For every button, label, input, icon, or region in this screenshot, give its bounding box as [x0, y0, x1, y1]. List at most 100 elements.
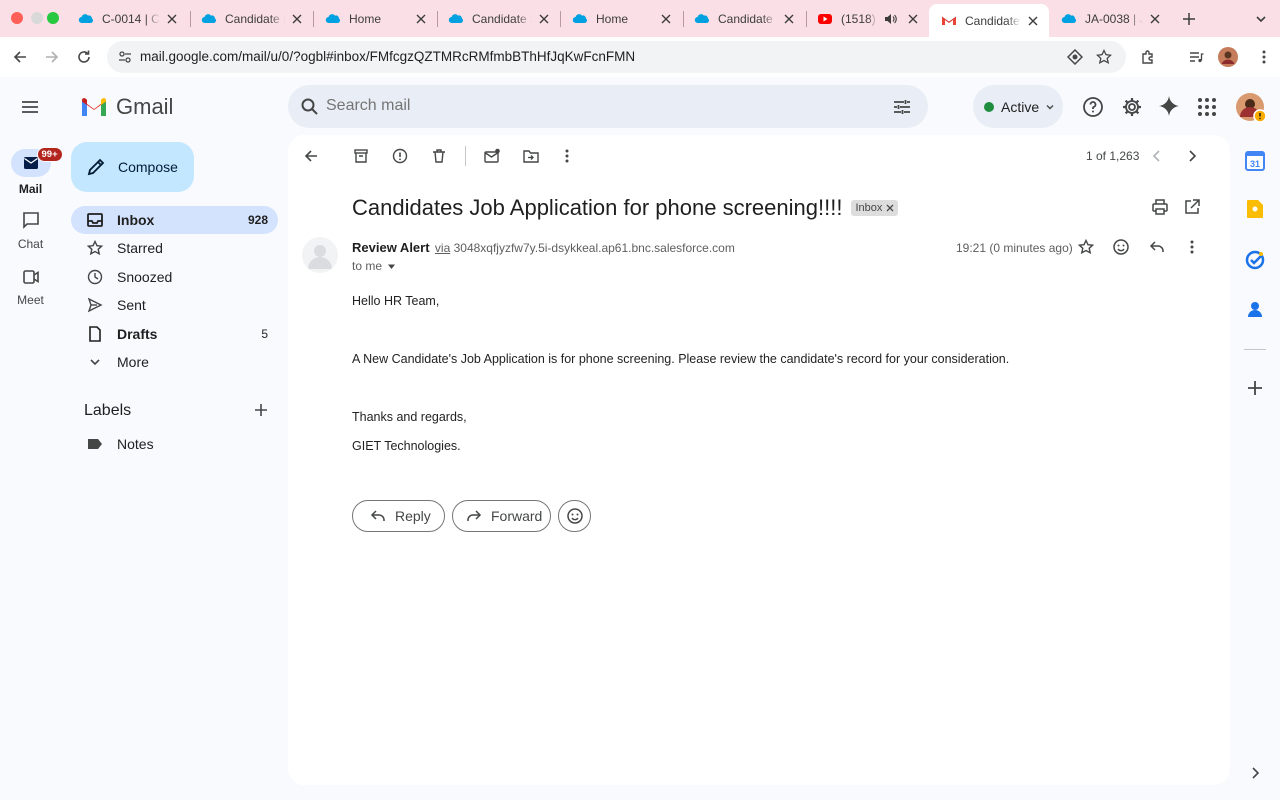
- keep-icon[interactable]: [1246, 199, 1264, 219]
- browser-tab[interactable]: JA-0038 | Job Application: [1049, 4, 1171, 34]
- pencil-icon: [87, 158, 105, 176]
- browser-tab[interactable]: Home: [313, 4, 437, 34]
- sidebar-item-drafts[interactable]: Drafts 5: [71, 320, 278, 348]
- sidebar-item-sent[interactable]: Sent: [71, 291, 278, 319]
- browser-tab[interactable]: C-0014 | Candidate: [66, 4, 188, 34]
- tab-search-icon[interactable]: [1253, 11, 1269, 27]
- help-icon[interactable]: [1082, 96, 1104, 118]
- back-arrow-icon[interactable]: [8, 45, 32, 69]
- open-new-window-icon[interactable]: [1182, 197, 1202, 217]
- archive-icon[interactable]: [351, 146, 371, 166]
- rail-meet[interactable]: Meet: [0, 269, 61, 307]
- rail-chat[interactable]: Chat: [0, 211, 61, 251]
- emoji-reaction-button[interactable]: [558, 500, 591, 532]
- reload-icon[interactable]: [72, 45, 96, 69]
- browser-menu-icon[interactable]: [1252, 45, 1276, 69]
- extensions-icon[interactable]: [1136, 45, 1160, 69]
- settings-gear-icon[interactable]: [1121, 96, 1143, 118]
- site-settings-icon[interactable]: [117, 49, 133, 65]
- browser-tab[interactable]: Candidate Job Application: [682, 4, 805, 34]
- address-bar[interactable]: mail.google.com/mail/u/0/?ogbl#inbox/FMf…: [107, 41, 1126, 73]
- close-window-button[interactable]: [11, 12, 23, 24]
- get-addons-icon[interactable]: [1246, 379, 1264, 397]
- search-options-icon[interactable]: [892, 97, 912, 117]
- side-panel-divider: [1244, 349, 1266, 350]
- sidebar-item-snoozed[interactable]: Snoozed: [71, 263, 278, 291]
- forward-button[interactable]: Forward: [452, 500, 551, 532]
- apps-grid-icon[interactable]: [1197, 97, 1217, 117]
- browser-tab-active[interactable]: Candidates Job Application: [929, 4, 1049, 37]
- message-more-icon[interactable]: [1182, 237, 1202, 257]
- browser-tab[interactable]: Candidate Job Application: [436, 4, 560, 34]
- add-label-icon[interactable]: [253, 402, 269, 418]
- youtube-icon: [818, 14, 832, 24]
- reply-button[interactable]: Reply: [352, 500, 445, 532]
- gemini-sparkle-icon[interactable]: [1158, 95, 1180, 117]
- star-toggle-icon[interactable]: [1076, 237, 1096, 257]
- sidebar-item-inbox[interactable]: Inbox 928: [71, 206, 278, 234]
- rail-mail[interactable]: 99+ Mail: [0, 147, 63, 196]
- close-tab-icon[interactable]: [536, 11, 552, 27]
- calendar-icon[interactable]: 31: [1245, 151, 1265, 171]
- back-to-inbox-icon[interactable]: [301, 146, 321, 166]
- print-icon[interactable]: [1150, 197, 1170, 217]
- reply-icon[interactable]: [1147, 237, 1167, 257]
- maximize-window-button[interactable]: [47, 12, 59, 24]
- recipient-dropdown[interactable]: to me: [352, 259, 396, 273]
- close-tab-icon[interactable]: [164, 11, 180, 27]
- sidebar-item-label: More: [117, 354, 149, 370]
- search-bar[interactable]: [288, 85, 928, 128]
- account-avatar[interactable]: [1235, 92, 1267, 124]
- remove-label-icon[interactable]: [886, 204, 894, 212]
- media-controls-icon[interactable]: [1184, 45, 1208, 69]
- close-tab-icon[interactable]: [413, 11, 429, 27]
- salesforce-cloud-icon: [448, 14, 463, 24]
- via-link[interactable]: via: [435, 241, 450, 255]
- label-item[interactable]: Notes: [71, 430, 278, 458]
- add-reaction-icon[interactable]: [1111, 237, 1131, 257]
- newer-chevron-icon[interactable]: [1147, 146, 1167, 166]
- close-tab-icon[interactable]: [289, 11, 305, 27]
- browser-tab[interactable]: (1518) Bring it home: [805, 4, 929, 34]
- browser-tab[interactable]: Candidate | Salesforce: [189, 4, 313, 34]
- status-dropdown[interactable]: Active: [973, 85, 1063, 128]
- older-chevron-icon[interactable]: [1182, 146, 1202, 166]
- sidebar-item-starred[interactable]: Starred: [71, 234, 278, 262]
- tasks-icon[interactable]: [1245, 250, 1265, 270]
- salesforce-cloud-icon: [1061, 14, 1076, 24]
- mark-unread-icon[interactable]: [482, 146, 502, 166]
- sender-avatar[interactable]: [302, 237, 338, 273]
- draft-icon: [89, 326, 101, 342]
- browser-tab[interactable]: Home: [560, 4, 682, 34]
- speaker-icon[interactable]: [883, 12, 897, 26]
- tab-title: (1518) Bring it home: [841, 12, 877, 26]
- search-icon[interactable]: [300, 97, 319, 116]
- profile-avatar-icon[interactable]: [1216, 45, 1240, 69]
- salesforce-cloud-icon: [325, 14, 340, 24]
- minimize-window-button[interactable]: [31, 12, 43, 24]
- forward-arrow-icon[interactable]: [40, 45, 64, 69]
- report-spam-icon[interactable]: [390, 146, 410, 166]
- delete-trash-icon[interactable]: [429, 146, 449, 166]
- contacts-icon[interactable]: [1246, 300, 1264, 318]
- pagination-text: 1 of 1,263: [1086, 149, 1140, 163]
- tab-title: Home: [349, 12, 382, 26]
- email-subject-row: Candidates Job Application for phone scr…: [352, 195, 899, 221]
- move-to-folder-icon[interactable]: [521, 146, 541, 166]
- expand-panel-icon[interactable]: [1248, 766, 1262, 780]
- compose-button[interactable]: Compose: [71, 142, 194, 192]
- new-tab-icon[interactable]: [1180, 10, 1198, 28]
- sender-name[interactable]: Review Alert: [352, 240, 430, 255]
- tracking-protection-icon[interactable]: [1067, 49, 1083, 65]
- sender-address: 3048xqfjyzfw7y.5i-dsykkeal.ap61.bnc.sale…: [453, 241, 735, 255]
- close-tab-icon[interactable]: [658, 11, 674, 27]
- close-tab-icon[interactable]: [905, 11, 921, 27]
- close-tab-icon[interactable]: [1147, 11, 1163, 27]
- search-input[interactable]: [326, 96, 866, 116]
- more-options-icon[interactable]: [557, 146, 577, 166]
- sidebar-item-more[interactable]: More: [71, 348, 278, 376]
- body-paragraph: Thanks and regards,: [352, 410, 467, 424]
- close-tab-icon[interactable]: [781, 11, 797, 27]
- close-tab-icon[interactable]: [1025, 13, 1041, 29]
- bookmark-star-icon[interactable]: [1096, 49, 1112, 65]
